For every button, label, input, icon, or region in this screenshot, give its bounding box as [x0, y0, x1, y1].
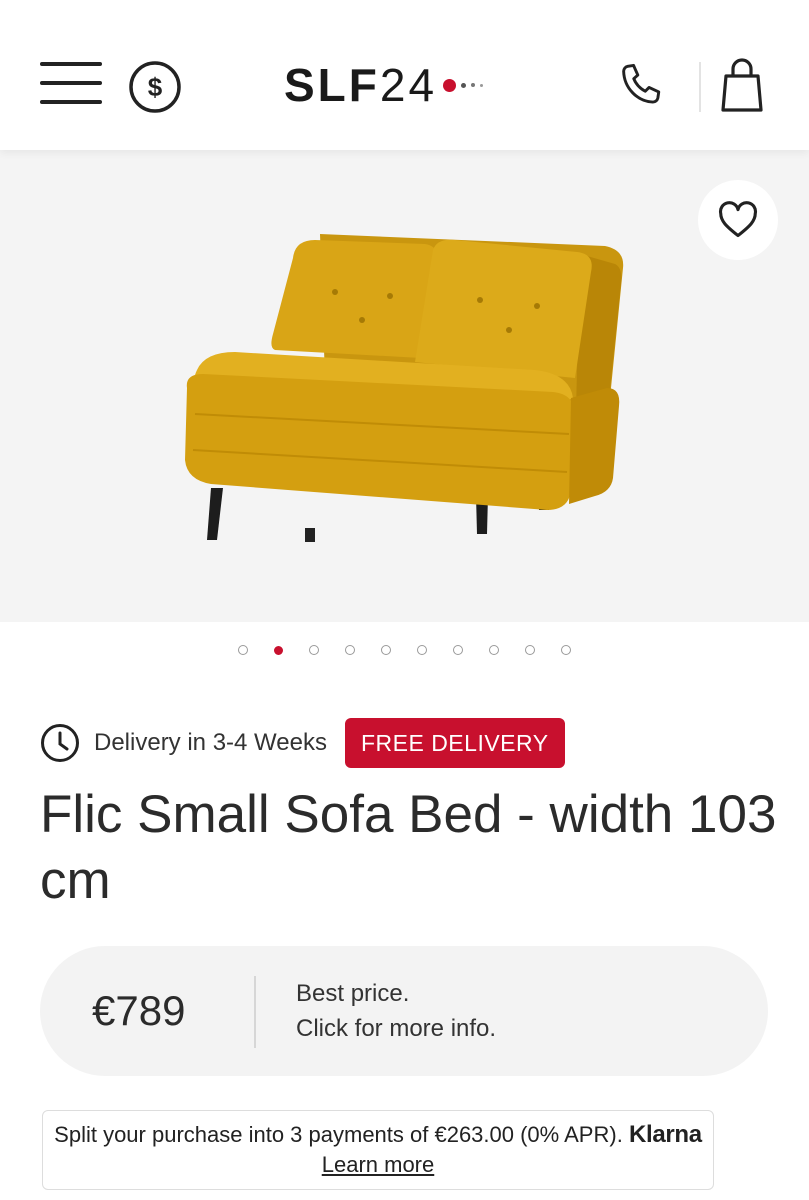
delivery-text: Delivery in 3-4 Weeks	[94, 729, 327, 756]
carousel-dot[interactable]	[489, 645, 499, 655]
klarna-learn-more-link[interactable]: Learn more	[322, 1152, 435, 1177]
sofa-image	[185, 234, 624, 542]
carousel-dot[interactable]	[309, 645, 319, 655]
delivery-info: Delivery in 3-4 Weeks FREE DELIVERY	[40, 718, 565, 768]
carousel-dot[interactable]	[525, 645, 535, 655]
price-info-line1: Best price.	[296, 980, 410, 1007]
carousel-dot[interactable]	[381, 645, 391, 655]
klarna-text: Split your purchase into 3 payments of €…	[54, 1122, 623, 1147]
shopping-bag-icon[interactable]	[718, 56, 766, 114]
carousel-dot[interactable]	[417, 645, 427, 655]
clock-icon	[41, 724, 79, 762]
dollar-circle-icon[interactable]: $	[128, 60, 182, 114]
site-header: $ SLF24	[0, 0, 809, 150]
klarna-logo: Klarna	[628, 1121, 702, 1148]
phone-icon[interactable]	[616, 60, 670, 114]
hamburger-icon[interactable]	[40, 60, 102, 106]
header-divider	[699, 62, 701, 112]
carousel-dot[interactable]	[345, 645, 355, 655]
price-divider	[254, 976, 256, 1048]
product-gallery[interactable]	[0, 150, 809, 622]
carousel-dots	[0, 645, 809, 659]
logo-dots-icon	[443, 78, 484, 92]
price-info: Best price. Click for more info.	[296, 976, 496, 1046]
carousel-dot[interactable]	[453, 645, 463, 655]
logo-text: SLF24	[284, 59, 438, 111]
site-logo[interactable]: SLF24	[284, 58, 484, 112]
carousel-dot[interactable]	[561, 645, 571, 655]
svg-text:$: $	[148, 72, 163, 102]
carousel-dot[interactable]	[274, 645, 283, 655]
free-delivery-badge: FREE DELIVERY	[344, 718, 565, 768]
carousel-dot[interactable]	[238, 645, 248, 655]
klarna-banner: Split your purchase into 3 payments of €…	[42, 1110, 714, 1190]
logo-number: 24	[379, 59, 438, 111]
product-title: Flic Small Sofa Bed - width 103 cm	[40, 785, 777, 910]
price-info-line2: Click for more info.	[296, 1015, 497, 1042]
product-price: €789	[92, 987, 186, 1034]
heart-icon[interactable]	[698, 180, 778, 260]
price-card[interactable]: €789 Best price. Click for more info.	[40, 946, 768, 1076]
